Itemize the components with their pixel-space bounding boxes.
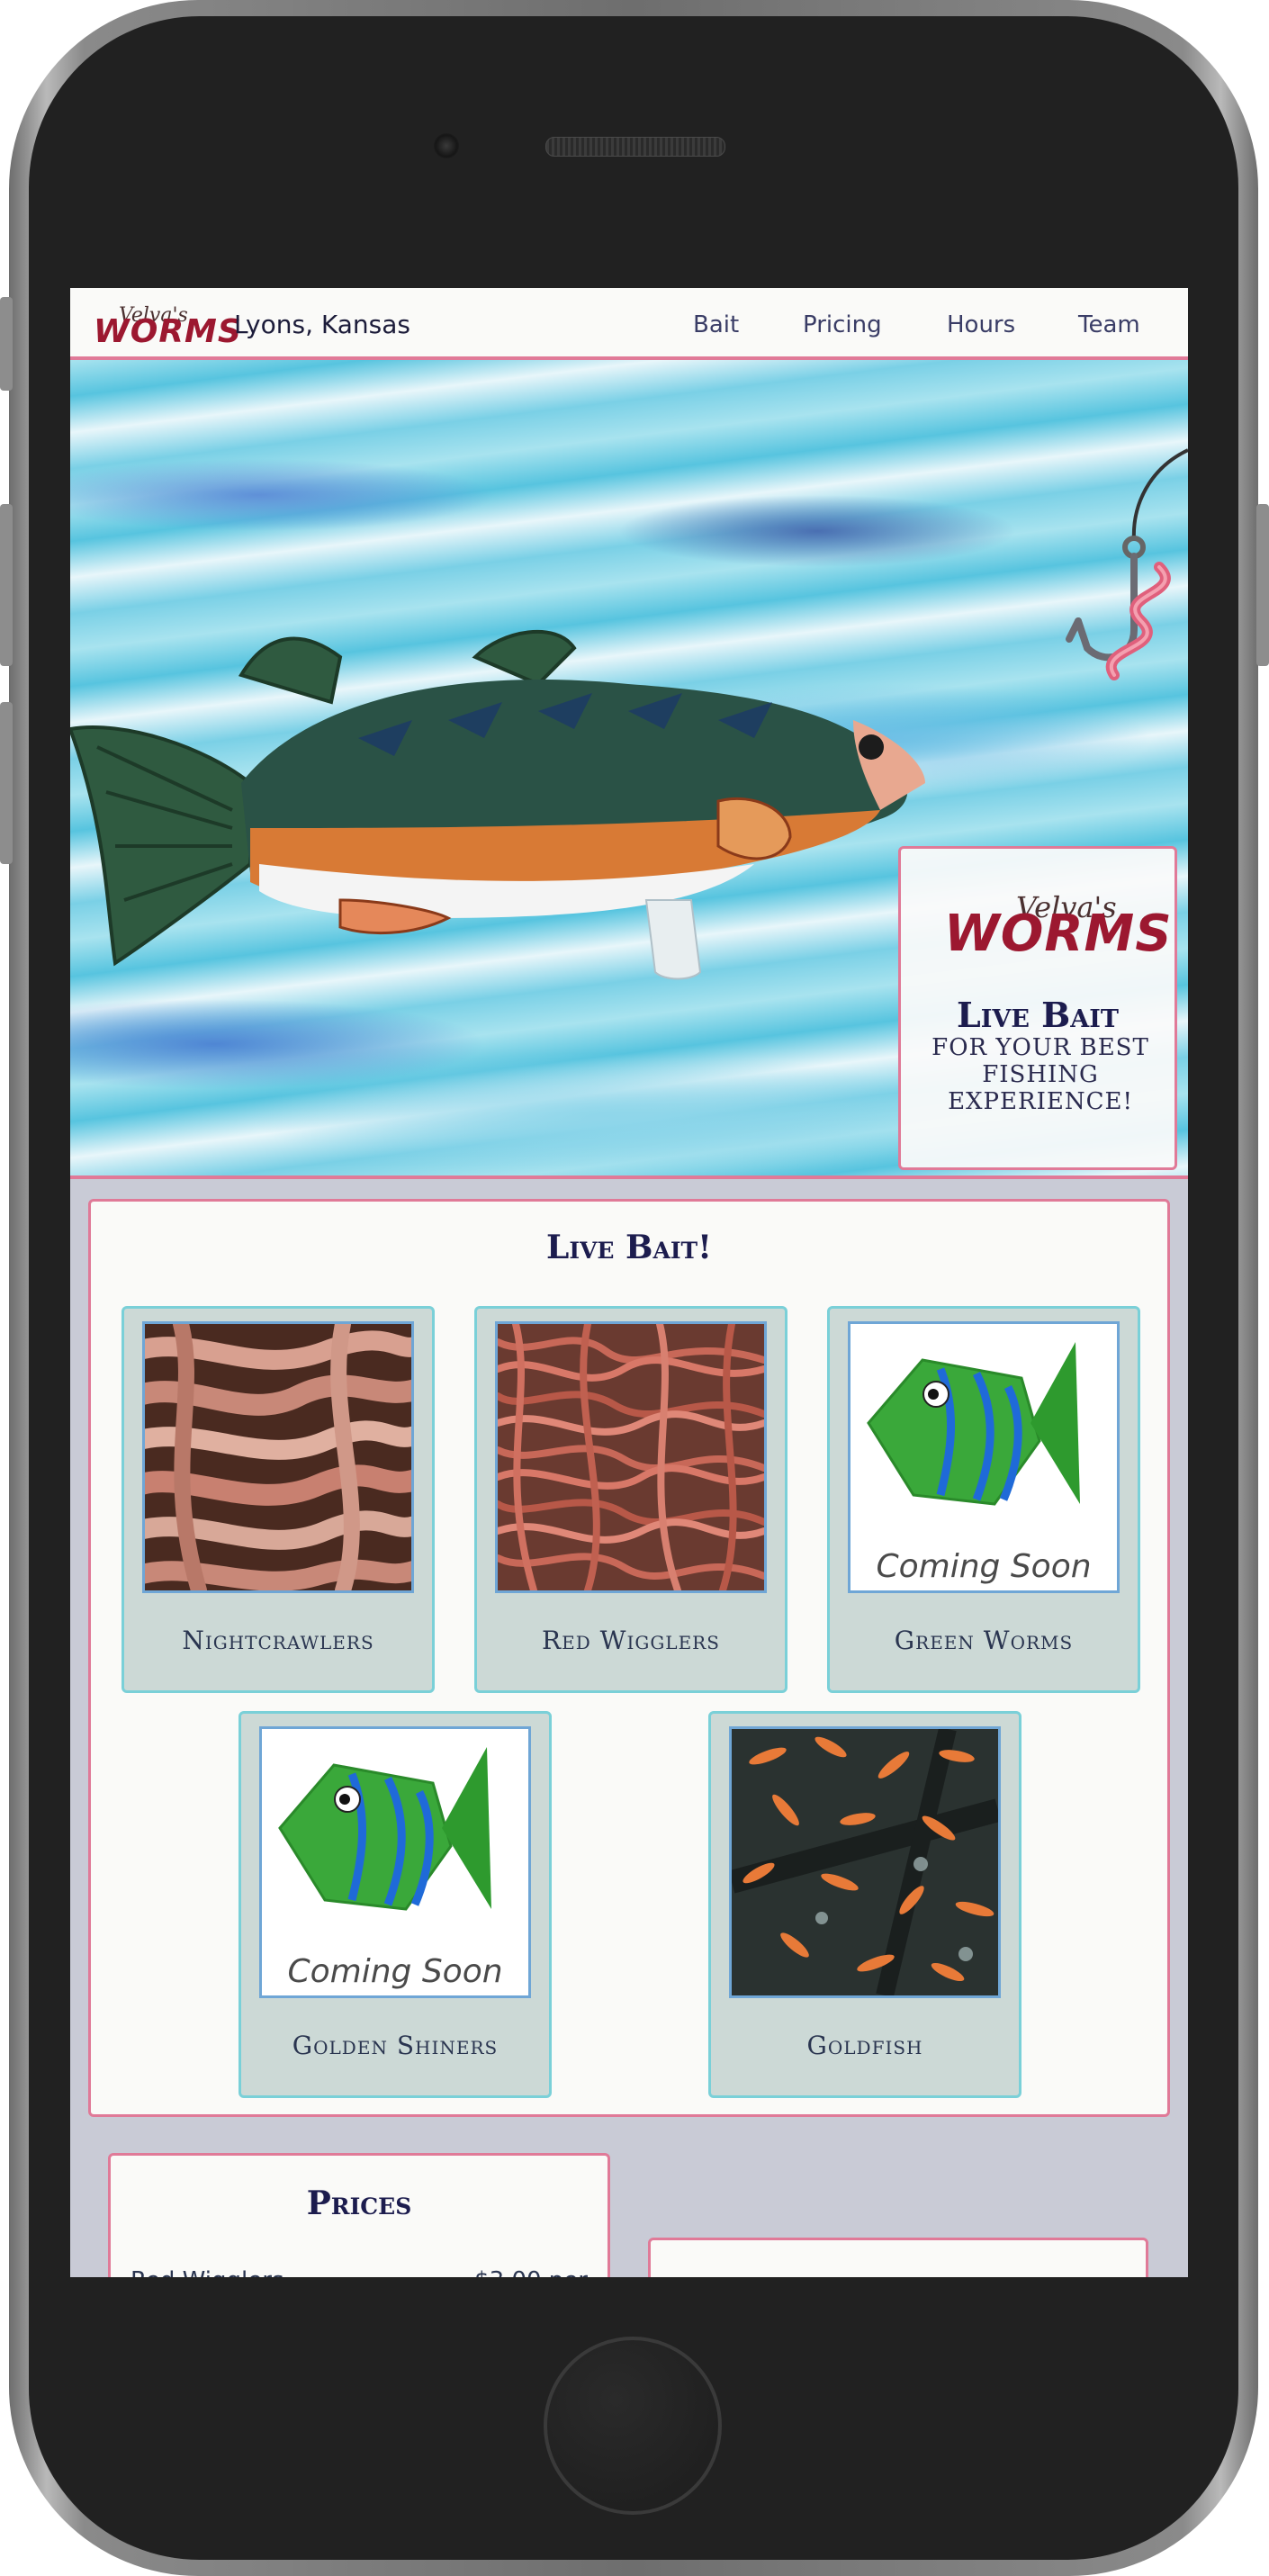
bait-tile-label: Nightcrawlers [182, 1626, 374, 1655]
hours-section [648, 2238, 1148, 2277]
mute-switch [0, 297, 13, 391]
front-camera [434, 133, 459, 158]
nav-link-pricing[interactable]: Pricing [803, 311, 882, 338]
screen: Velva's WORMS Lyons, Kansas Bait Pricing… [70, 288, 1188, 2277]
bait-tile-red-wigglers[interactable]: Red Wigglers [474, 1306, 788, 1693]
goldfish-photo [729, 1726, 1001, 1998]
brand-logo[interactable]: Velva's WORMS [94, 302, 241, 350]
bait-tile-green-worms[interactable]: Coming Soon Green Worms [827, 1306, 1140, 1693]
logo-wordmark: WORMS [944, 905, 1173, 963]
hero-card-subtitle: FOR YOUR BEST FISHING EXPERIENCE! [932, 1034, 1149, 1115]
bait-tile-golden-shiners[interactable]: Coming Soon Golden Shiners [238, 1711, 552, 2098]
live-bait-title: Live Bait! [546, 1229, 712, 1266]
bait-tile-label: Goldfish [806, 2031, 923, 2060]
live-bait-section: Live Bait! Nightcrawlers Red Wigglers Co… [88, 1199, 1170, 2117]
price-amount: $3.00 per [474, 2267, 588, 2277]
red-wigglers-photo [495, 1321, 767, 1593]
hook-icon [1066, 448, 1188, 680]
bass-fish-illustration [70, 629, 925, 980]
volume-up-button [0, 504, 13, 666]
bait-tile-label: Red Wigglers [542, 1626, 720, 1655]
coming-soon-badge: Coming Soon [876, 1548, 1092, 1585]
nav-link-hours[interactable]: Hours [947, 311, 1015, 338]
bait-tile-nightcrawlers[interactable]: Nightcrawlers [122, 1306, 435, 1693]
coming-soon-badge: Coming Soon [287, 1953, 503, 1990]
earpiece-speaker [545, 137, 725, 157]
hero-card-title: Live Bait [957, 995, 1119, 1035]
nightcrawlers-photo [142, 1321, 414, 1593]
volume-down-button [0, 702, 13, 864]
home-button[interactable] [544, 2337, 722, 2515]
price-row: Red Wigglers $3.00 per [130, 2267, 588, 2277]
bait-tile-goldfish[interactable]: Goldfish [708, 1711, 1022, 2098]
hero-card: Velva's WORMS Live Bait FOR YOUR BEST FI… [898, 846, 1177, 1170]
hero-banner: Velva's WORMS Live Bait FOR YOUR BEST FI… [70, 360, 1188, 1179]
prices-section: Prices Red Wigglers $3.00 per [108, 2153, 610, 2277]
prices-title: Prices [306, 2184, 412, 2222]
nav-link-bait[interactable]: Bait [693, 311, 739, 338]
location-label: Lyons, Kansas [234, 310, 410, 339]
nav-link-team[interactable]: Team [1078, 311, 1140, 338]
navbar: Velva's WORMS Lyons, Kansas Bait Pricing… [70, 288, 1188, 360]
bait-tile-label: Green Worms [894, 1626, 1074, 1655]
hero-card-logo: Velva's WORMS [944, 890, 1172, 963]
coming-soon-image: Coming Soon [259, 1726, 531, 1998]
power-button [1256, 504, 1269, 666]
logo-wordmark: WORMS [94, 313, 242, 350]
price-item-name: Red Wigglers [130, 2267, 284, 2277]
bait-tile-label: Golden Shiners [292, 2031, 499, 2060]
coming-soon-image: Coming Soon [848, 1321, 1120, 1593]
